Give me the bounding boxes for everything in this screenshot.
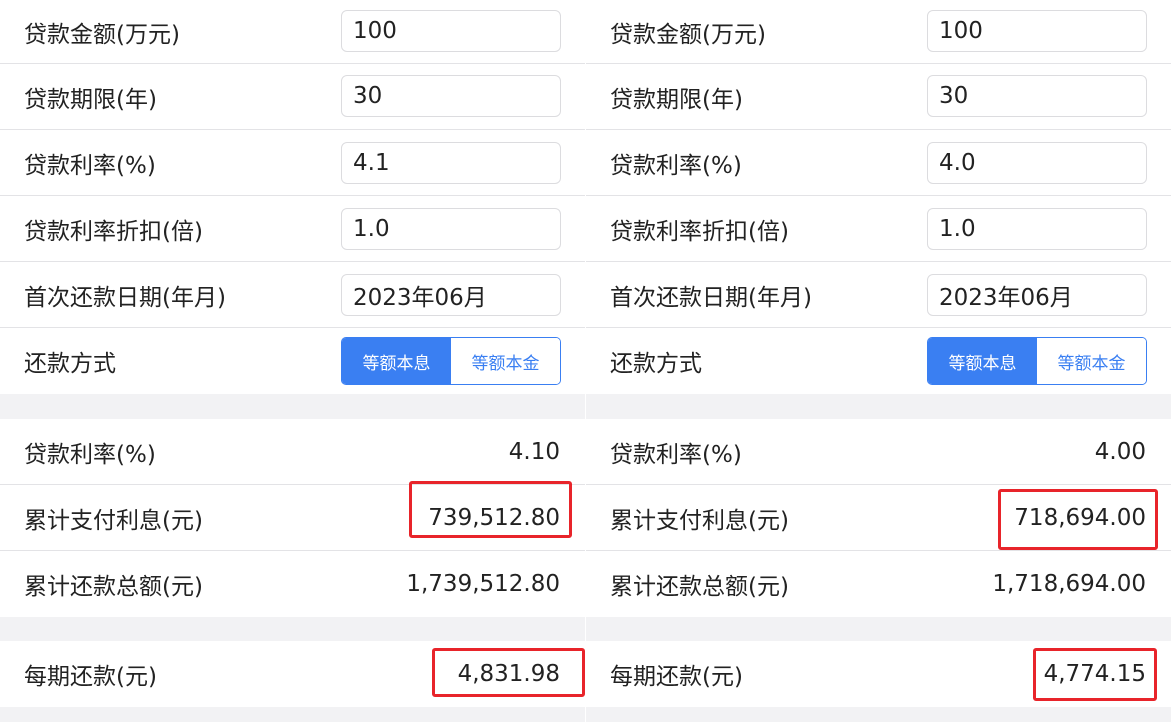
method-option-equal-installment[interactable]: 等额本息 (342, 338, 451, 384)
discount-input[interactable]: 1.0 (341, 208, 561, 250)
rate-row: 贷款利率(%) 4.1 (0, 130, 585, 196)
total-payment-row: 累计还款总额(元) 1,718,694.00 (586, 551, 1171, 617)
term-label: 贷款期限(年) (24, 87, 157, 113)
calculator-panel-left: 贷款金额(万元) 100 贷款期限(年) 30 贷款利率(%) 4.1 贷款利率… (0, 0, 585, 722)
rate-label: 贷款利率(%) (610, 153, 742, 179)
method-segmented-control: 等额本息 等额本金 (927, 337, 1147, 385)
first-date-label: 首次还款日期(年月) (24, 285, 226, 311)
amount-label: 贷款金额(万元) (24, 22, 180, 48)
total-interest-row: 累计支付利息(元) 718,694.00 (586, 485, 1171, 551)
amount-row: 贷款金额(万元) 100 (0, 0, 585, 64)
amount-row: 贷款金额(万元) 100 (586, 0, 1171, 64)
method-option-equal-installment[interactable]: 等额本息 (928, 338, 1037, 384)
monthly-payment-row: 每期还款(元) 4,831.98 (0, 641, 585, 707)
method-option-equal-principal[interactable]: 等额本金 (451, 338, 560, 384)
first-date-input[interactable]: 2023年06月 (341, 274, 561, 316)
method-row: 还款方式 等额本息 等额本金 (586, 328, 1171, 394)
result-rate-label: 贷款利率(%) (610, 442, 742, 468)
monthly-payment-label: 每期还款(元) (610, 664, 743, 690)
rate-input[interactable]: 4.0 (927, 142, 1147, 184)
first-date-row: 首次还款日期(年月) 2023年06月 (586, 262, 1171, 328)
discount-row: 贷款利率折扣(倍) 1.0 (0, 196, 585, 262)
amount-input[interactable]: 100 (341, 10, 561, 52)
total-payment-label: 累计还款总额(元) (610, 574, 789, 600)
term-input[interactable]: 30 (927, 75, 1147, 117)
term-label: 贷款期限(年) (610, 87, 743, 113)
discount-row: 贷款利率折扣(倍) 1.0 (586, 196, 1171, 262)
amount-input[interactable]: 100 (927, 10, 1147, 52)
method-row: 还款方式 等额本息 等额本金 (0, 328, 585, 394)
monthly-payment-value: 4,831.98 (457, 661, 560, 687)
total-interest-label: 累计支付利息(元) (24, 508, 203, 534)
first-date-row: 首次还款日期(年月) 2023年06月 (0, 262, 585, 328)
first-date-input[interactable]: 2023年06月 (927, 274, 1147, 316)
total-interest-value: 718,694.00 (1014, 505, 1146, 531)
monthly-payment-row: 每期还款(元) 4,774.15 (586, 641, 1171, 707)
total-interest-label: 累计支付利息(元) (610, 508, 789, 534)
result-rate-value: 4.00 (1094, 439, 1146, 465)
discount-input[interactable]: 1.0 (927, 208, 1147, 250)
method-option-equal-principal[interactable]: 等额本金 (1037, 338, 1146, 384)
term-input[interactable]: 30 (341, 75, 561, 117)
method-label: 还款方式 (24, 351, 116, 377)
result-rate-row: 贷款利率(%) 4.10 (0, 419, 585, 485)
discount-label: 贷款利率折扣(倍) (24, 219, 203, 245)
total-interest-row: 累计支付利息(元) 739,512.80 (0, 485, 585, 551)
calculator-comparison: 贷款金额(万元) 100 贷款期限(年) 30 贷款利率(%) 4.1 贷款利率… (0, 0, 1171, 722)
monthly-payment-label: 每期还款(元) (24, 664, 157, 690)
method-label: 还款方式 (610, 351, 702, 377)
term-row: 贷款期限(年) 30 (586, 64, 1171, 130)
discount-label: 贷款利率折扣(倍) (610, 219, 789, 245)
rate-label: 贷款利率(%) (24, 153, 156, 179)
rate-input[interactable]: 4.1 (341, 142, 561, 184)
rate-row: 贷款利率(%) 4.0 (586, 130, 1171, 196)
term-row: 贷款期限(年) 30 (0, 64, 585, 130)
amount-label: 贷款金额(万元) (610, 22, 766, 48)
total-payment-row: 累计还款总额(元) 1,739,512.80 (0, 551, 585, 617)
calculator-panel-right: 贷款金额(万元) 100 贷款期限(年) 30 贷款利率(%) 4.0 贷款利率… (586, 0, 1171, 722)
method-segmented-control: 等额本息 等额本金 (341, 337, 561, 385)
monthly-payment-value: 4,774.15 (1043, 661, 1146, 687)
result-rate-label: 贷款利率(%) (24, 442, 156, 468)
result-rate-value: 4.10 (508, 439, 560, 465)
total-interest-value: 739,512.80 (428, 505, 560, 531)
first-date-label: 首次还款日期(年月) (610, 285, 812, 311)
total-payment-label: 累计还款总额(元) (24, 574, 203, 600)
total-payment-value: 1,739,512.80 (406, 571, 560, 597)
result-rate-row: 贷款利率(%) 4.00 (586, 419, 1171, 485)
total-payment-value: 1,718,694.00 (992, 571, 1146, 597)
